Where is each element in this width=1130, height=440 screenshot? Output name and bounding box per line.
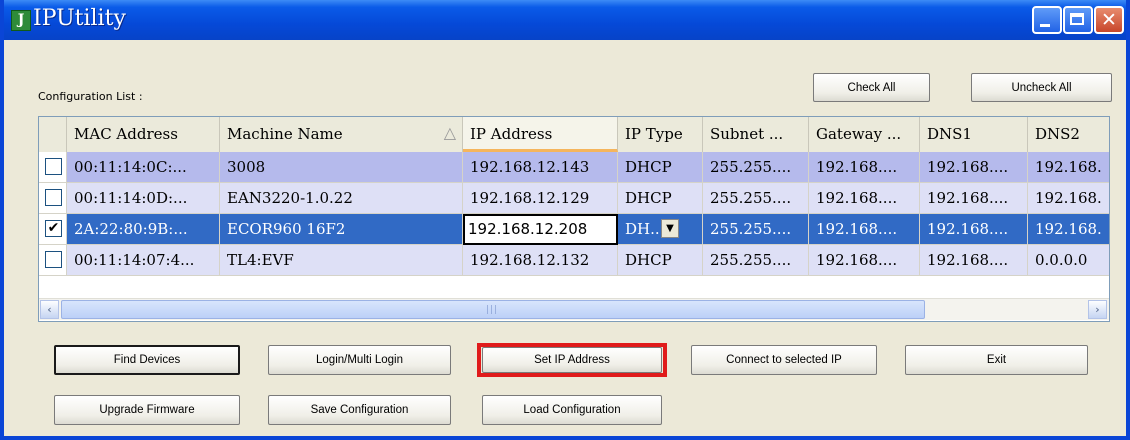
load-configuration-button[interactable]: Load Configuration: [482, 395, 662, 425]
cell-subnet: 255.255....: [703, 214, 809, 245]
cell-dns1: 192.168....: [920, 152, 1028, 183]
header-gateway[interactable]: Gateway ...: [809, 117, 920, 152]
ip-address-edit-field[interactable]: 192.168.12.208: [463, 214, 618, 245]
ip-type-dropdown-icon[interactable]: ▼: [661, 219, 679, 238]
upgrade-firmware-button[interactable]: Upgrade Firmware: [54, 395, 240, 425]
cell-mac: 00:11:14:0D:...: [67, 183, 220, 214]
exit-button[interactable]: Exit: [905, 345, 1088, 375]
check-all-button[interactable]: Check All: [813, 73, 930, 102]
row-checkbox[interactable]: [45, 251, 62, 268]
horizontal-scrollbar[interactable]: ‹ ||| ›: [39, 298, 1109, 320]
window-title: IPUtility: [33, 6, 126, 31]
table-header: MAC Address Machine Name △ IP Address IP …: [39, 117, 1109, 153]
table-row[interactable]: 00:11:14:0C:... 3008 192.168.12.143 DHCP…: [39, 152, 1109, 183]
red-highlight-box: [477, 343, 667, 377]
row-checkbox-cell: ✔: [39, 214, 67, 245]
table-row[interactable]: 00:11:14:0D:... EAN3220-1.0.22 192.168.1…: [39, 183, 1109, 214]
header-dns2[interactable]: DNS2: [1028, 117, 1109, 152]
connect-to-selected-ip-button[interactable]: Connect to selected IP: [691, 345, 877, 375]
scroll-right-icon[interactable]: ›: [1088, 300, 1107, 319]
cell-gateway: 192.168....: [809, 183, 920, 214]
configuration-list-label: Configuration List :: [38, 90, 143, 103]
ip-utility-window: J IPUtility Configuration List : Check A…: [0, 0, 1130, 440]
cell-subnet: 255.255....: [703, 152, 809, 183]
cell-machine-name: TL4:EVF: [220, 245, 463, 276]
cell-dns1: 192.168....: [920, 183, 1028, 214]
cell-mac: 00:11:14:07:4...: [67, 245, 220, 276]
close-button[interactable]: [1094, 6, 1124, 34]
scroll-left-icon[interactable]: ‹: [40, 300, 59, 319]
cell-ip-type: DHCP: [618, 152, 703, 183]
header-dns1[interactable]: DNS1: [920, 117, 1028, 152]
row-checkbox-checked[interactable]: ✔: [45, 220, 62, 237]
header-subnet[interactable]: Subnet ...: [703, 117, 809, 152]
cell-gateway: 192.168....: [809, 214, 920, 245]
row-checkbox-cell: [39, 152, 67, 183]
row-checkbox-cell: [39, 183, 67, 214]
maximize-button[interactable]: [1063, 6, 1093, 34]
header-ip-address[interactable]: IP Address: [463, 117, 618, 152]
cell-dns1: 192.168....: [920, 245, 1028, 276]
scrollbar-grip-icon: |||: [486, 305, 499, 315]
cell-machine-name: 3008: [220, 152, 463, 183]
cell-ip: 192.168.12.132: [463, 245, 618, 276]
cell-dns2: 192.168.: [1028, 152, 1109, 183]
header-mac-address[interactable]: MAC Address: [67, 117, 220, 152]
cell-ip: 192.168.12.143: [463, 152, 618, 183]
cell-gateway: 192.168....: [809, 245, 920, 276]
row-checkbox[interactable]: [45, 158, 62, 175]
configuration-table[interactable]: MAC Address Machine Name △ IP Address IP …: [38, 116, 1110, 322]
cell-gateway: 192.168....: [809, 152, 920, 183]
row-checkbox[interactable]: [45, 189, 62, 206]
find-devices-button[interactable]: Find Devices: [54, 345, 240, 375]
table-row[interactable]: 00:11:14:07:4... TL4:EVF 192.168.12.132 …: [39, 245, 1109, 276]
cell-mac: 2A:22:80:9B:...: [67, 214, 220, 245]
cell-machine-name: ECOR960 16F2: [220, 214, 463, 245]
cell-ip-type: DHCP: [618, 245, 703, 276]
cell-ip: 192.168.12.129: [463, 183, 618, 214]
cell-dns1: 192.168....: [920, 214, 1028, 245]
app-icon: J: [11, 10, 31, 31]
sort-ascending-icon: △: [443, 123, 456, 142]
cell-dns2: 0.0.0.0: [1028, 245, 1109, 276]
cell-mac: 00:11:14:0C:...: [67, 152, 220, 183]
header-machine-name[interactable]: Machine Name △: [220, 117, 463, 152]
table-row-selected[interactable]: ✔ 2A:22:80:9B:... ECOR960 16F2 192.168.1…: [39, 214, 1109, 245]
header-machine-name-label: Machine Name: [227, 125, 343, 143]
cell-subnet: 255.255....: [703, 245, 809, 276]
login-multi-login-button[interactable]: Login/Multi Login: [268, 345, 451, 375]
cell-dns2: 192.168.: [1028, 183, 1109, 214]
header-ip-type[interactable]: IP Type: [618, 117, 703, 152]
cell-subnet: 255.255....: [703, 183, 809, 214]
scrollbar-thumb[interactable]: |||: [61, 300, 925, 319]
save-configuration-button[interactable]: Save Configuration: [268, 395, 451, 425]
cell-dns2: 192.168.: [1028, 214, 1109, 245]
header-checkbox-column: [39, 117, 67, 152]
title-bar[interactable]: J IPUtility: [4, 0, 1126, 40]
row-checkbox-cell: [39, 245, 67, 276]
uncheck-all-button[interactable]: Uncheck All: [971, 73, 1112, 102]
cell-ip-type: DHCP: [618, 183, 703, 214]
cell-machine-name: EAN3220-1.0.22: [220, 183, 463, 214]
minimize-button[interactable]: [1032, 6, 1062, 34]
